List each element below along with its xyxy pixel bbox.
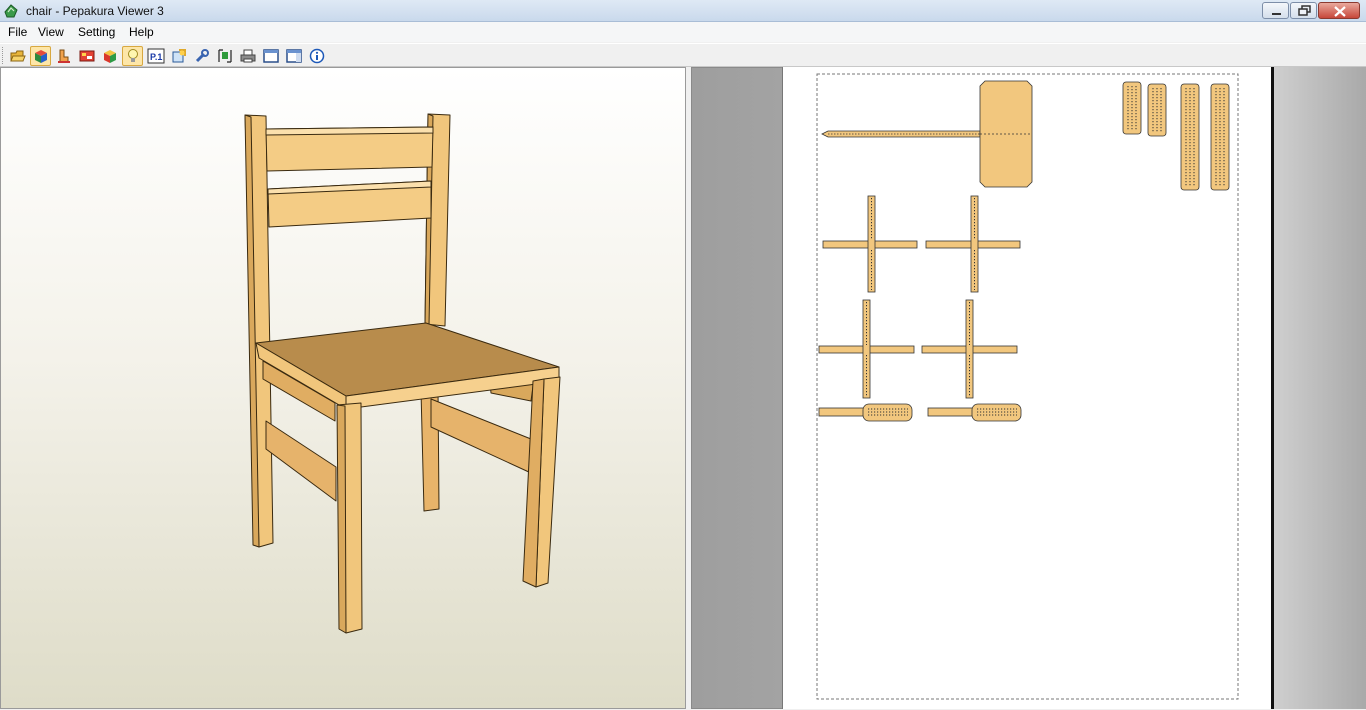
menu-setting[interactable]: Setting [78,25,115,39]
3d-view-icon[interactable] [30,46,51,66]
toolbar-grip[interactable] [2,47,5,64]
select-icon[interactable] [214,46,235,66]
cube-icon[interactable] [99,46,120,66]
minimize-button[interactable] [1262,2,1289,19]
menu-file[interactable]: File [8,25,27,39]
pattern-piece[interactable] [927,407,977,417]
open-folder-icon[interactable] [7,46,28,66]
pattern-piece[interactable] [818,407,868,417]
close-button[interactable] [1318,2,1360,19]
toolbar: P.1 [0,43,1366,67]
menu-bar: File View Setting Help [0,22,1366,42]
3d-view-pane[interactable] [0,67,686,709]
pattern-pane-margin [1274,67,1366,709]
unfold-icon[interactable] [53,46,74,66]
menu-view[interactable]: View [38,25,64,39]
page-number-label: P.1 [150,52,162,62]
title-bar: chair - Pepakura Viewer 3 [0,0,1366,22]
print-page[interactable] [782,67,1274,709]
wrench-icon[interactable] [191,46,212,66]
texture-icon[interactable] [76,46,97,66]
restore-button[interactable] [1290,2,1317,19]
menu-help[interactable]: Help [129,25,154,39]
unfolded-pattern[interactable] [783,67,1271,709]
page-number-icon[interactable]: P.1 [145,46,166,66]
light-bulb-icon[interactable] [122,46,143,66]
window-title: chair - Pepakura Viewer 3 [26,4,164,18]
split-pane-icon[interactable] [283,46,304,66]
chair-3d-model[interactable] [1,68,687,710]
single-pane-icon[interactable] [260,46,281,66]
pepakura-app-icon[interactable] [3,3,19,19]
settings-icon[interactable] [168,46,189,66]
info-icon[interactable] [306,46,327,66]
print-icon[interactable] [237,46,258,66]
